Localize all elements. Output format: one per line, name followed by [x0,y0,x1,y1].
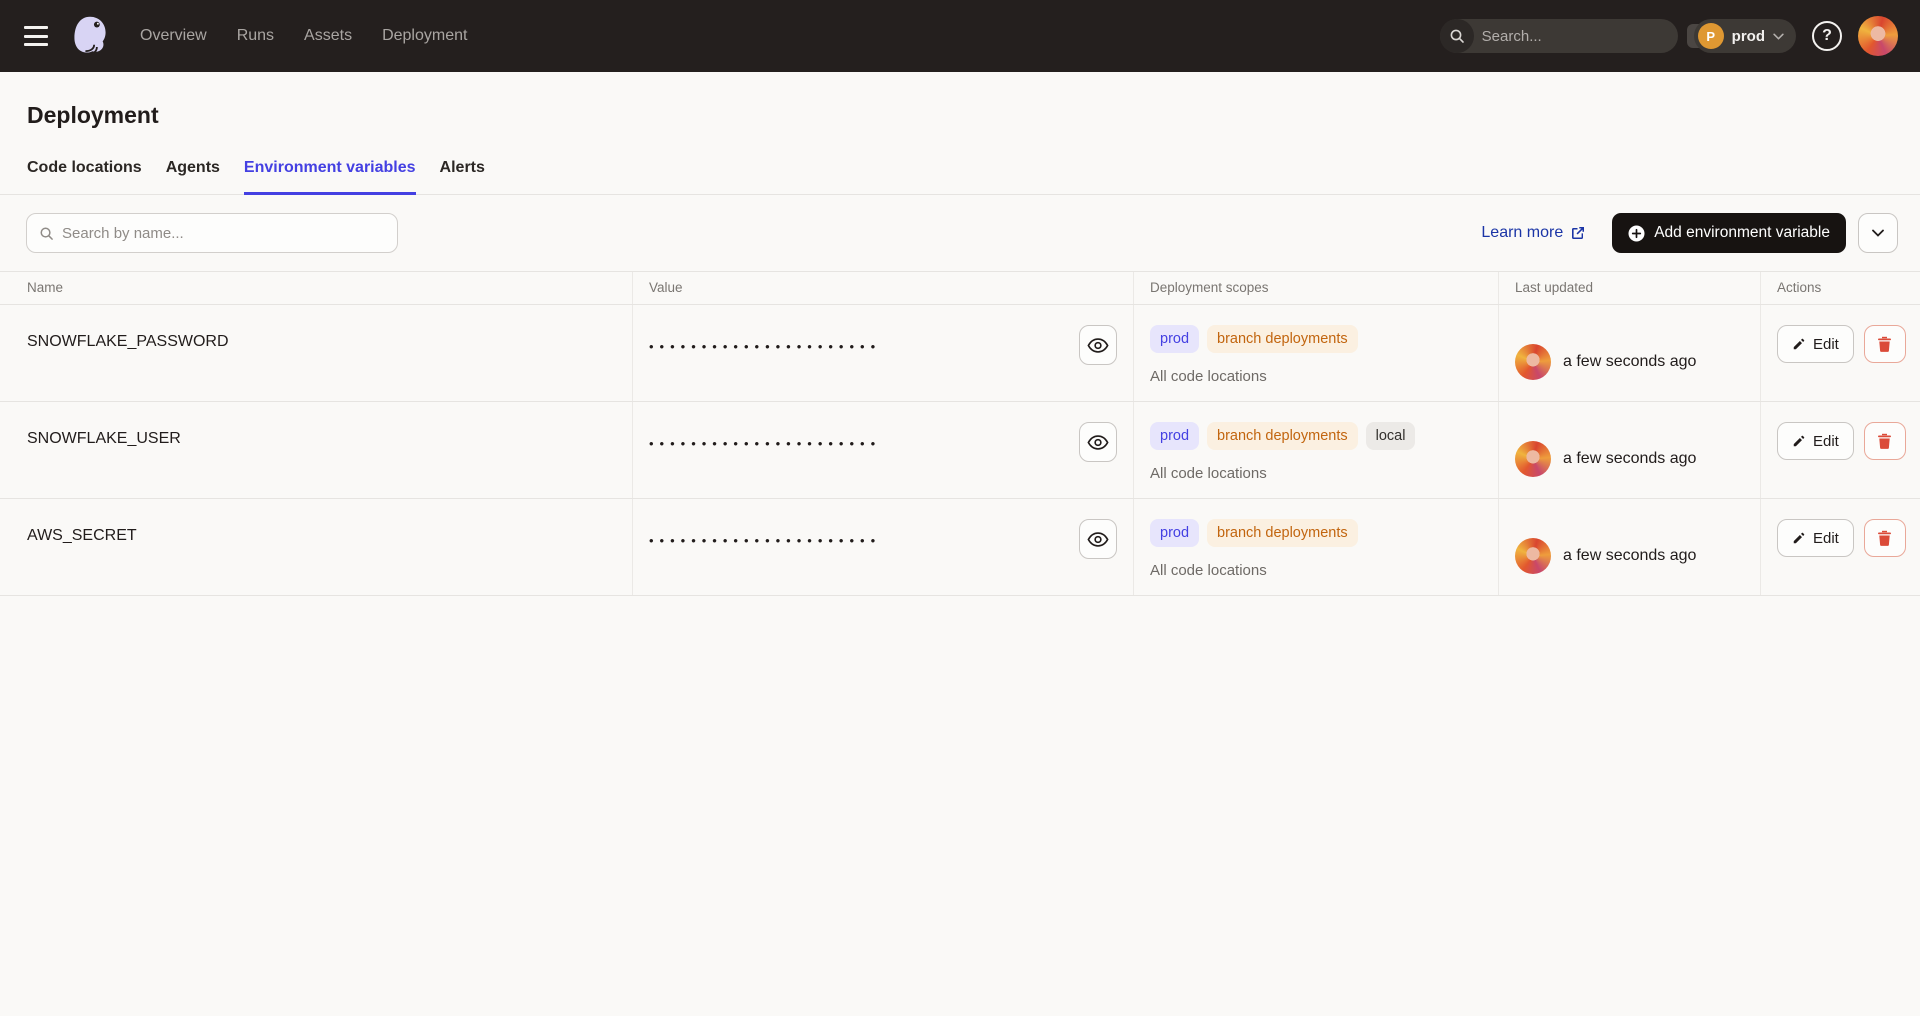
edit-button-label: Edit [1813,336,1839,353]
table-row: SNOWFLAKE_PASSWORD •••••••••••••••••••••… [0,305,1920,402]
trash-icon [1877,433,1892,449]
edit-button-label: Edit [1813,530,1839,547]
reveal-value-button[interactable] [1079,519,1117,559]
deployment-switcher[interactable]: P prod [1694,19,1796,53]
tab-agents[interactable]: Agents [166,159,220,194]
scope-badge: branch deployments [1207,325,1358,353]
add-options-dropdown-button[interactable] [1858,213,1898,253]
primary-nav: Overview Runs Assets Deployment [140,27,467,45]
column-header-name: Name [0,272,633,304]
deployment-avatar: P [1698,23,1724,49]
pencil-icon [1792,434,1806,448]
delete-button[interactable] [1864,422,1906,460]
deployment-switcher-label: prod [1732,28,1765,45]
eye-icon [1087,338,1109,353]
search-icon [39,226,54,241]
search-icon [1440,19,1474,53]
table-header-row: Name Value Deployment scopes Last update… [0,271,1920,305]
delete-button[interactable] [1864,325,1906,363]
code-locations-label: All code locations [1150,562,1482,579]
add-button-label: Add environment variable [1654,224,1830,242]
scope-badge: prod [1150,422,1199,450]
pencil-icon [1792,531,1806,545]
trash-icon [1877,530,1892,546]
help-icon[interactable]: ? [1812,21,1842,51]
user-avatar[interactable] [1858,16,1898,56]
page-title: Deployment [0,72,1920,129]
filter-search-input[interactable] [62,225,385,242]
hidden-value: •••••••••••••••••••••• [649,436,881,451]
delete-button[interactable] [1864,519,1906,557]
environment-variables-table: Name Value Deployment scopes Last update… [0,271,1920,596]
scope-badge: prod [1150,325,1199,353]
column-header-actions: Actions [1761,272,1920,304]
add-environment-variable-button[interactable]: Add environment variable [1612,213,1846,253]
chevron-down-icon [1773,33,1784,40]
pencil-icon [1792,337,1806,351]
nav-item-assets[interactable]: Assets [304,27,352,45]
env-var-name: SNOWFLAKE_PASSWORD [0,305,633,401]
global-search[interactable]: / [1440,19,1678,53]
reveal-value-button[interactable] [1079,325,1117,365]
code-locations-label: All code locations [1150,465,1482,482]
env-var-name: SNOWFLAKE_USER [0,402,633,498]
learn-more-link[interactable]: Learn more [1481,224,1586,242]
tab-alerts[interactable]: Alerts [440,159,485,194]
chevron-down-icon [1872,229,1884,237]
nav-item-overview[interactable]: Overview [140,27,207,45]
edit-button[interactable]: Edit [1777,422,1854,460]
scope-badge: local [1366,422,1416,450]
env-var-toolbar: Learn more Add environment variable [0,213,1920,253]
table-row: SNOWFLAKE_USER •••••••••••••••••••••• pr… [0,402,1920,499]
updater-avatar [1515,441,1551,477]
edit-button[interactable]: Edit [1777,519,1854,557]
top-nav: Overview Runs Assets Deployment / P prod… [0,0,1920,72]
plus-circle-icon [1628,225,1645,242]
eye-icon [1087,435,1109,450]
last-updated-text: a few seconds ago [1563,353,1696,371]
column-header-last-updated: Last updated [1499,272,1761,304]
learn-more-label: Learn more [1481,224,1563,242]
hidden-value: •••••••••••••••••••••• [649,339,881,354]
tab-code-locations[interactable]: Code locations [27,159,142,194]
column-header-deployment-scopes: Deployment scopes [1134,272,1499,304]
hidden-value: •••••••••••••••••••••• [649,533,881,548]
nav-item-deployment[interactable]: Deployment [382,27,467,45]
scope-badge: branch deployments [1207,422,1358,450]
external-link-icon [1570,225,1586,241]
reveal-value-button[interactable] [1079,422,1117,462]
hamburger-menu-icon[interactable] [24,26,50,46]
dagster-logo-icon[interactable] [68,14,112,58]
trash-icon [1877,336,1892,352]
deployment-tabs: Code locations Agents Environment variab… [0,159,1920,195]
last-updated-text: a few seconds ago [1563,547,1696,565]
updater-avatar [1515,344,1551,380]
scope-badge: prod [1150,519,1199,547]
column-header-value: Value [633,272,1134,304]
table-row: AWS_SECRET •••••••••••••••••••••• prod b… [0,499,1920,596]
global-search-input[interactable] [1474,28,1687,45]
scope-badge: branch deployments [1207,519,1358,547]
filter-search[interactable] [26,213,398,253]
eye-icon [1087,532,1109,547]
tab-environment-variables[interactable]: Environment variables [244,159,416,194]
last-updated-text: a few seconds ago [1563,450,1696,468]
nav-item-runs[interactable]: Runs [237,27,274,45]
env-var-name: AWS_SECRET [0,499,633,595]
edit-button-label: Edit [1813,433,1839,450]
edit-button[interactable]: Edit [1777,325,1854,363]
updater-avatar [1515,538,1551,574]
code-locations-label: All code locations [1150,368,1482,385]
